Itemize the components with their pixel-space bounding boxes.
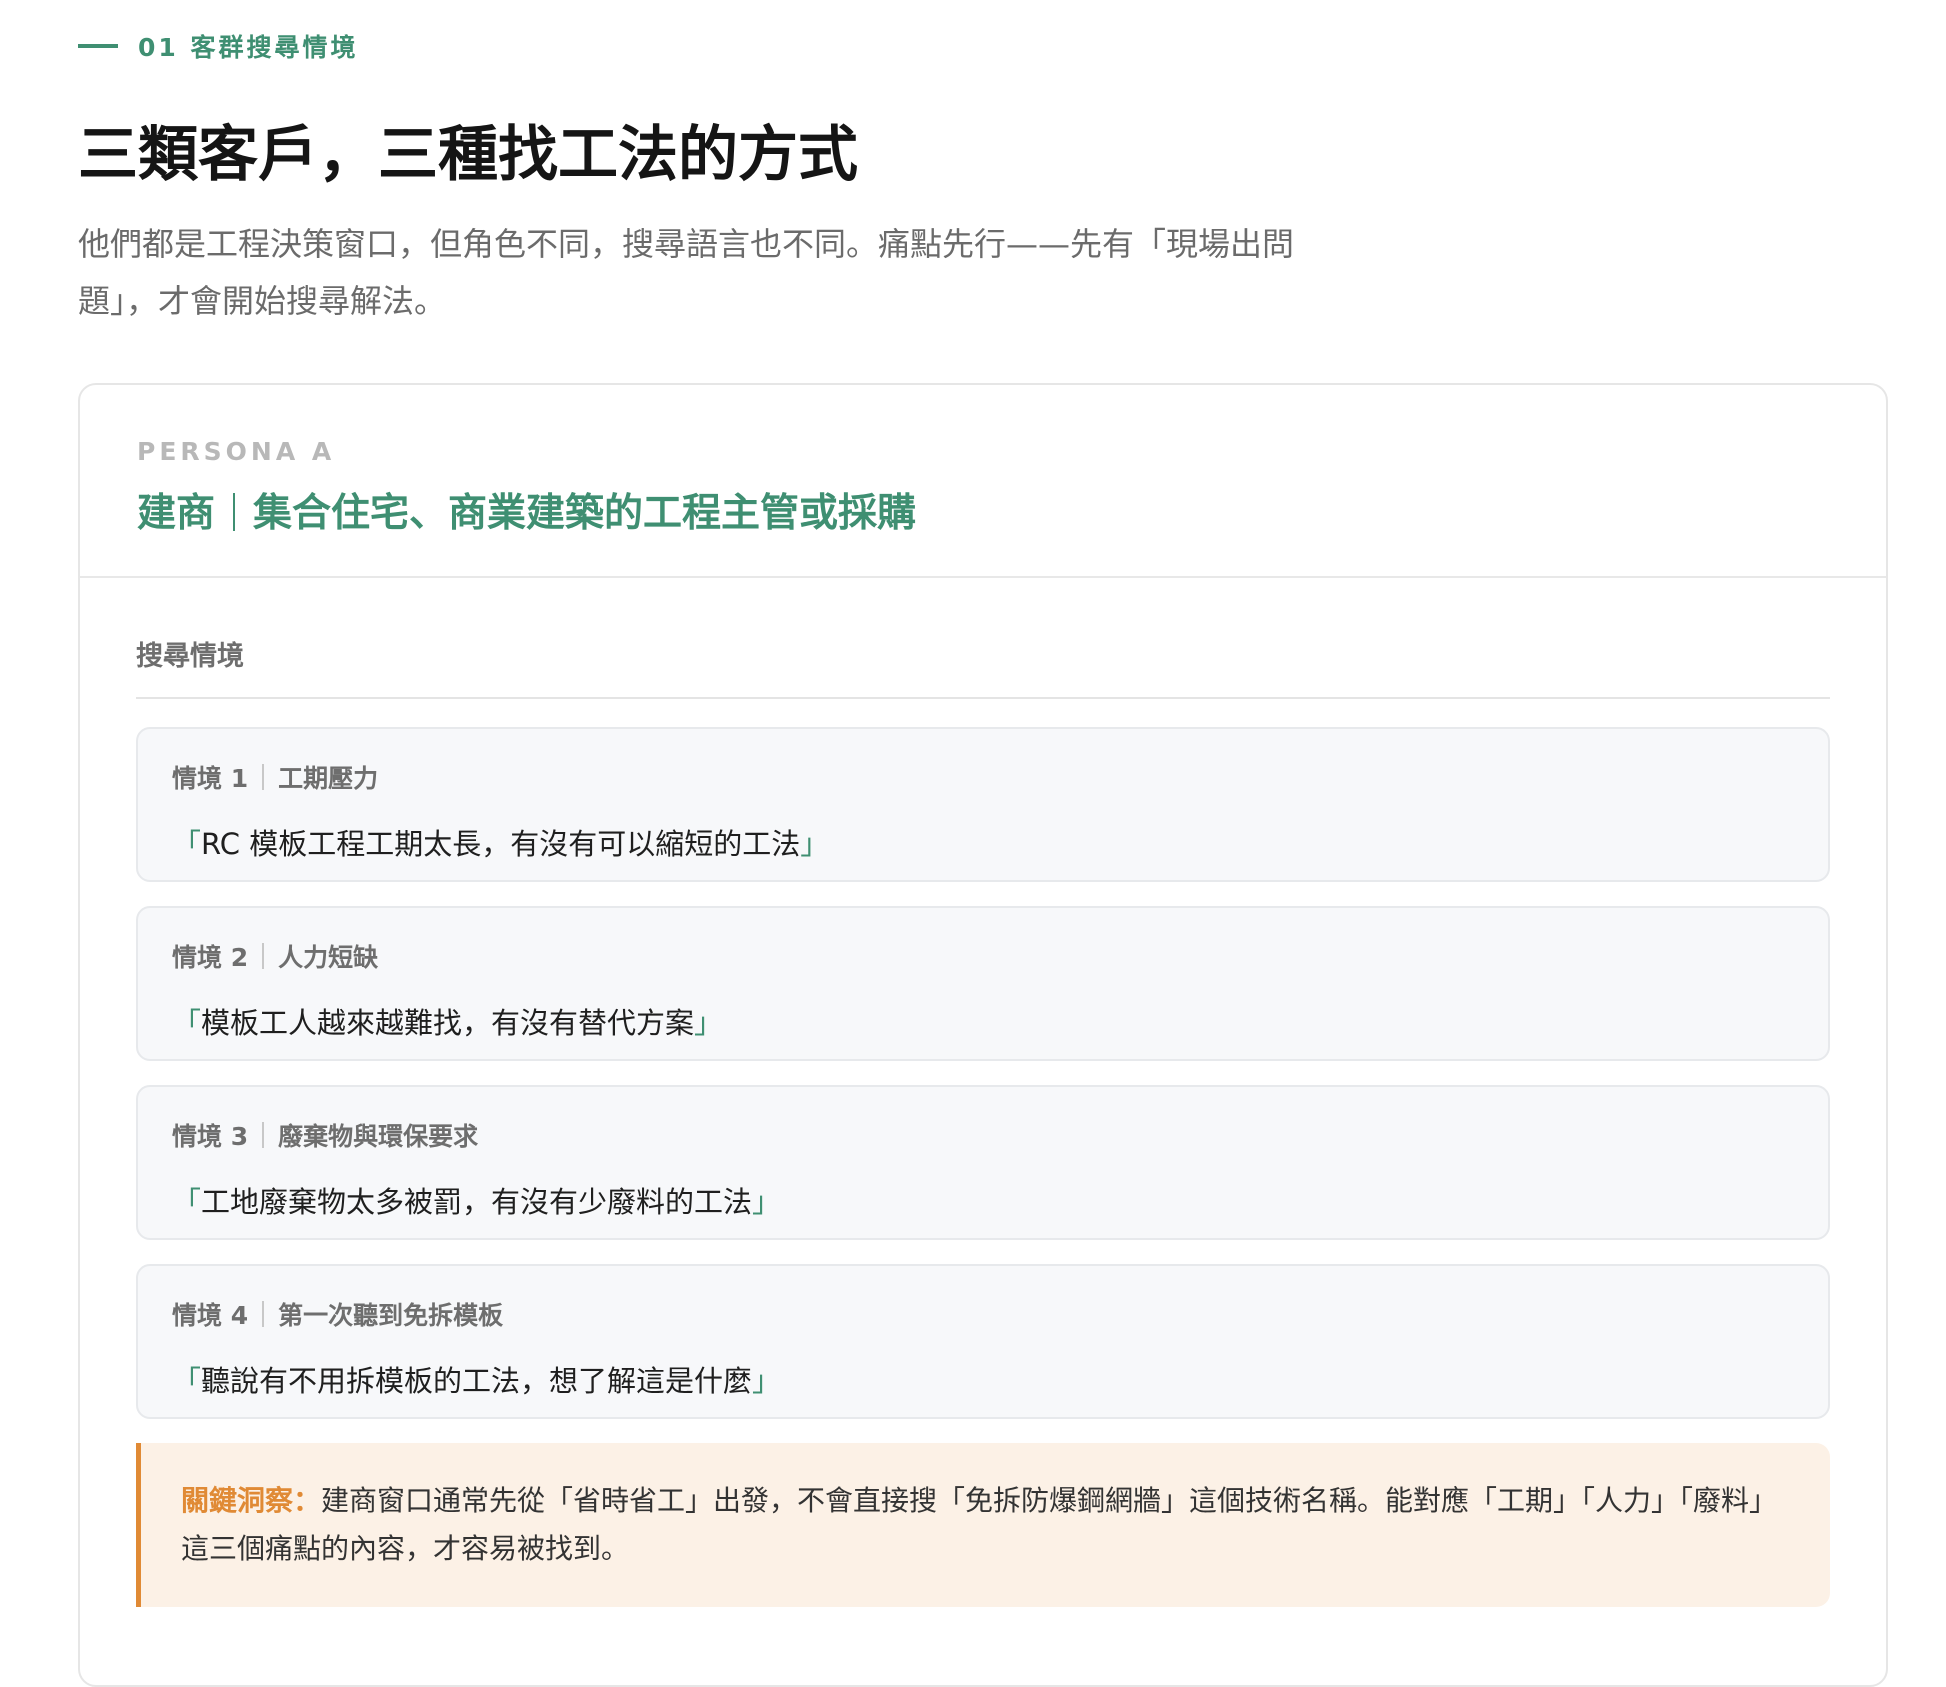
scenario-meta-divider	[262, 943, 265, 969]
persona-description: 集合住宅、商業建築的工程主管或採購	[253, 491, 917, 536]
insight-label: 關鍵洞察：	[181, 1484, 322, 1517]
search-scenarios-label: 搜尋情境	[136, 634, 1830, 699]
scenario-meta-divider	[262, 1122, 265, 1148]
scenario-quote-text: 模板工人越來越難找，有沒有替代方案	[201, 1006, 695, 1040]
scenario-meta-divider	[262, 1301, 265, 1327]
scenario-item: 情境 1 工期壓力 「RC 模板工程工期太長，有沒有可以縮短的工法」	[136, 727, 1830, 882]
scenario-meta: 情境 3 廢棄物與環保要求	[172, 1117, 1794, 1153]
quote-open-mark: 「	[172, 1185, 202, 1219]
scenario-quote: 「聽說有不用拆模板的工法，想了解這是什麼」	[172, 1358, 1794, 1400]
scenario-topic: 第一次聽到免拆模板	[278, 1301, 504, 1330]
persona-card: PERSONA A 建商 集合住宅、商業建築的工程主管或採購 搜尋情境 情境 1 …	[78, 383, 1888, 1687]
quote-open-mark: 「	[172, 827, 202, 861]
scenario-quote-text: 工地廢棄物太多被罰，有沒有少廢料的工法	[201, 1185, 753, 1219]
quote-open-mark: 「	[172, 1364, 202, 1398]
scenario-quote: 「RC 模板工程工期太長，有沒有可以縮短的工法」	[172, 821, 1794, 863]
scenario-quote: 「工地廢棄物太多被罰，有沒有少廢料的工法」	[172, 1179, 1794, 1221]
eyebrow-label: 01 客群搜尋情境	[138, 33, 359, 62]
scenario-meta: 情境 4 第一次聽到免拆模板	[172, 1296, 1794, 1332]
quote-open-mark: 「	[172, 1006, 202, 1040]
quote-close-mark: 」	[694, 1006, 724, 1040]
persona-title-divider	[233, 493, 236, 531]
persona-tag: PERSONA A	[137, 437, 336, 466]
scenario-meta-divider	[262, 764, 265, 790]
scenario-item: 情境 2 人力短缺 「模板工人越來越難找，有沒有替代方案」	[136, 906, 1830, 1061]
persona-role: 建商	[137, 491, 216, 536]
persona-header: PERSONA A 建商 集合住宅、商業建築的工程主管或採購	[80, 385, 1886, 578]
page-title: 三類客戶，三種找工法的方式	[78, 120, 858, 190]
page-container: 01 客群搜尋情境 三類客戶，三種找工法的方式 他們都是工程決策窗口，但角色不同…	[78, 0, 1888, 1687]
scenario-topic: 廢棄物與環保要求	[278, 1122, 479, 1151]
eyebrow-divider	[78, 44, 118, 48]
quote-close-mark: 」	[800, 827, 830, 861]
scenario-number: 情境 1	[172, 764, 249, 793]
persona-body: 搜尋情境 情境 1 工期壓力 「RC 模板工程工期太長，有沒有可以縮短的工法」 …	[80, 634, 1886, 1607]
scenario-meta: 情境 2 人力短缺	[172, 938, 1794, 974]
scenario-topic: 人力短缺	[278, 943, 379, 972]
scenario-quote: 「模板工人越來越難找，有沒有替代方案」	[172, 1000, 1794, 1042]
insight-text: 建商窗口通常先從「省時省工」出發，不會直接搜「免拆防爆鋼網牆」這個技術名稱。能對…	[181, 1484, 1778, 1565]
scenario-number: 情境 4	[172, 1301, 249, 1330]
scenario-list: 情境 1 工期壓力 「RC 模板工程工期太長，有沒有可以縮短的工法」 情境 2 …	[136, 727, 1830, 1419]
scenario-quote-text: RC 模板工程工期太長，有沒有可以縮短的工法	[201, 827, 801, 861]
scenario-item: 情境 3 廢棄物與環保要求 「工地廢棄物太多被罰，有沒有少廢料的工法」	[136, 1085, 1830, 1240]
scenario-quote-text: 聽說有不用拆模板的工法，想了解這是什麼	[201, 1364, 753, 1398]
key-insight-callout: 關鍵洞察：建商窗口通常先從「省時省工」出發，不會直接搜「免拆防爆鋼網牆」這個技術…	[136, 1443, 1830, 1607]
persona-title: 建商 集合住宅、商業建築的工程主管或採購	[137, 482, 1829, 538]
quote-close-mark: 」	[752, 1364, 782, 1398]
section-eyebrow: 01 客群搜尋情境	[78, 30, 1888, 62]
scenario-number: 情境 3	[172, 1122, 249, 1151]
quote-close-mark: 」	[752, 1185, 782, 1219]
scenario-meta: 情境 1 工期壓力	[172, 759, 1794, 795]
scenario-number: 情境 2	[172, 943, 249, 972]
scenario-item: 情境 4 第一次聽到免拆模板 「聽說有不用拆模板的工法，想了解這是什麼」	[136, 1264, 1830, 1419]
scenario-topic: 工期壓力	[278, 764, 379, 793]
page-lede: 他們都是工程決策窗口，但角色不同，搜尋語言也不同。痛點先行——先有「現場出問題」…	[78, 225, 1295, 320]
